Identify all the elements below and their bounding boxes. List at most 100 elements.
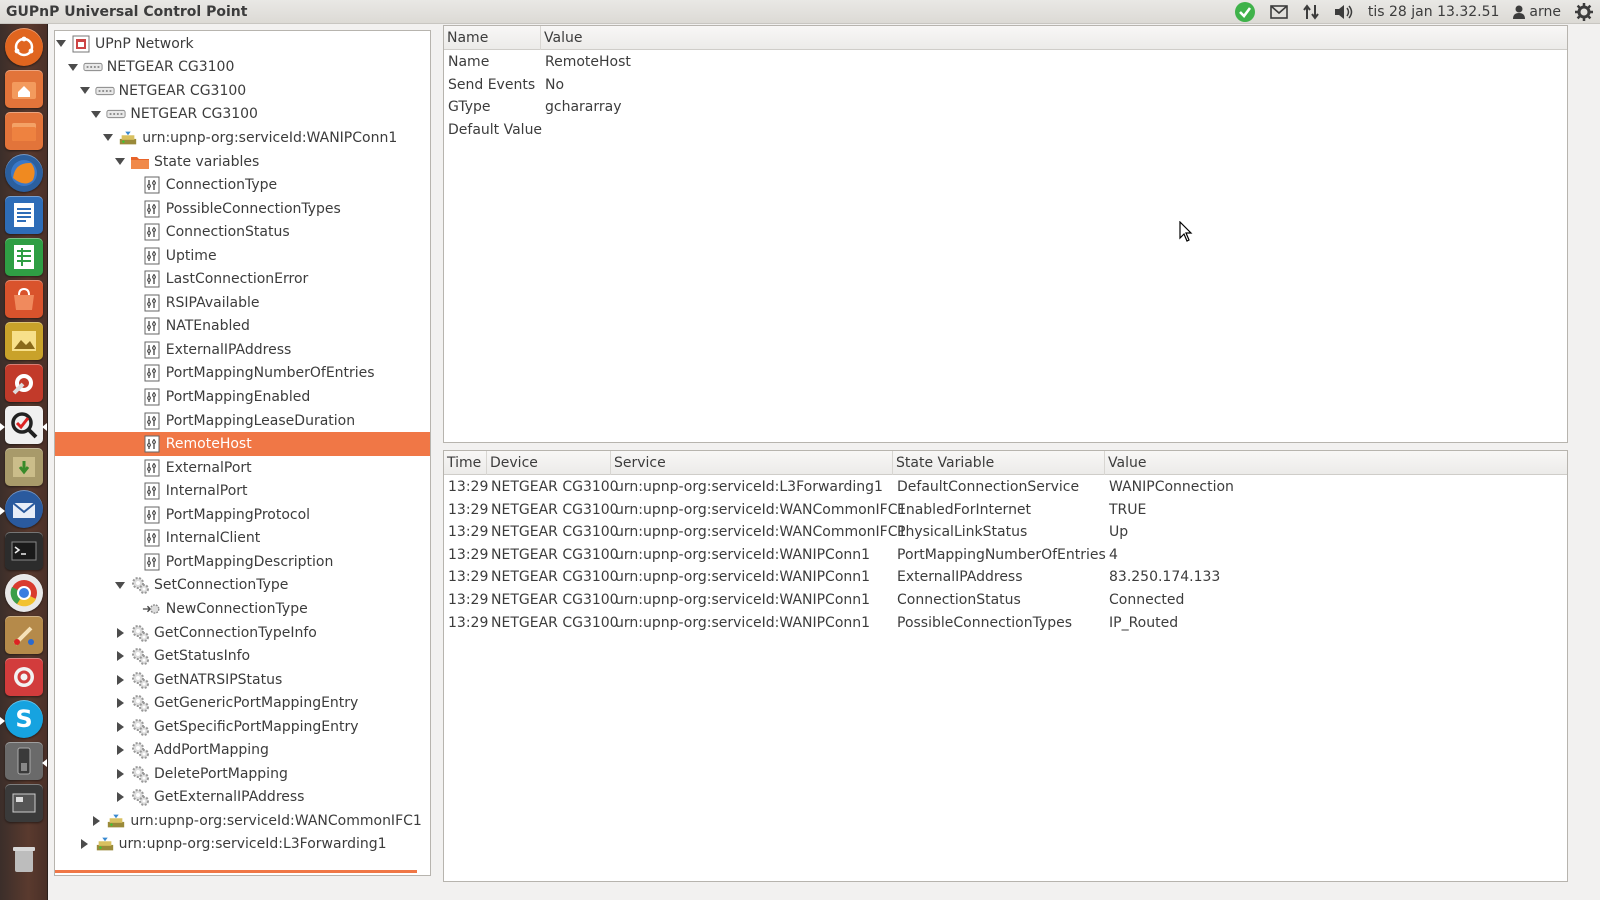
tree-item[interactable]: Uptime [55, 244, 430, 268]
expander-down-icon[interactable] [114, 156, 126, 168]
tree-item[interactable]: PortMappingEnabled [55, 385, 430, 409]
expander-right-icon[interactable] [114, 697, 126, 709]
terminal-icon[interactable] [5, 532, 43, 570]
tree-item[interactable]: ExternalIPAddress [55, 338, 430, 362]
event-row[interactable]: 13:29 NETGEAR CG3100 urn:upnp-org:serviceI… [444, 612, 1567, 635]
tree-item[interactable]: InternalPort [55, 479, 430, 503]
tree-item[interactable]: NATEnabled [55, 315, 430, 339]
image-viewer-icon[interactable] [5, 322, 43, 360]
details-row[interactable]: Send Events No [444, 74, 1567, 97]
workspace-switcher-icon[interactable] [5, 784, 43, 822]
expander-right-icon[interactable] [114, 744, 126, 756]
details-table[interactable]: Name Value Name RemoteHost Send Events No GT… [443, 25, 1568, 443]
tree-item[interactable]: GetNATRSIPStatus [55, 668, 430, 692]
tree-item[interactable]: urn:upnp-org:serviceId:L3Forwarding1 [55, 833, 430, 857]
column-header-value[interactable]: Value [541, 26, 1567, 50]
event-row[interactable]: 13:29 NETGEAR CG3100 urn:upnp-org:serviceI… [444, 566, 1567, 589]
expander-down-icon[interactable] [55, 38, 67, 50]
calc-icon[interactable] [5, 238, 43, 276]
home-folder-icon[interactable] [5, 70, 43, 108]
tree-item[interactable]: PortMappingProtocol [55, 503, 430, 527]
column-header-time[interactable]: Time [444, 451, 487, 475]
expander-down-icon[interactable] [114, 579, 126, 591]
archive-icon[interactable] [5, 448, 43, 486]
tree-item[interactable]: RSIPAvailable [55, 291, 430, 315]
system-settings-icon[interactable] [5, 364, 43, 402]
dash-icon[interactable] [5, 28, 43, 66]
expander-right-icon[interactable] [114, 650, 126, 662]
software-center-icon[interactable] [5, 280, 43, 318]
expander-right-icon[interactable] [114, 721, 126, 733]
expander-right-icon[interactable] [114, 768, 126, 780]
volume-icon[interactable] [1327, 0, 1361, 24]
gear-icon[interactable] [1568, 0, 1600, 24]
expander-right-icon[interactable] [114, 627, 126, 639]
tree-item[interactable]: DeletePortMapping [55, 762, 430, 786]
event-row[interactable]: 13:29 NETGEAR CG3100 urn:upnp-org:serviceI… [444, 544, 1567, 567]
event-row[interactable]: 13:29 NETGEAR CG3100 urn:upnp-org:serviceI… [444, 521, 1567, 544]
chrome-icon[interactable] [5, 574, 43, 612]
tree-item[interactable]: PortMappingLeaseDuration [55, 409, 430, 433]
column-header-device[interactable]: Device [487, 451, 611, 475]
tree-item[interactable]: UPnP Network [55, 32, 430, 56]
gupnp-icon[interactable] [5, 406, 43, 444]
tree-item[interactable]: AddPortMapping [55, 739, 430, 763]
column-header-name[interactable]: Name [444, 26, 541, 50]
tree-item[interactable]: ConnectionStatus [55, 220, 430, 244]
tree-item[interactable]: State variables [55, 150, 430, 174]
expander-right-icon[interactable] [114, 674, 126, 686]
device-tree[interactable]: UPnP Network NETGEAR CG3100 NETGEAR CG3100… [54, 30, 431, 876]
trash-icon[interactable] [5, 840, 43, 878]
tree-item[interactable]: GetExternalIPAddress [55, 786, 430, 810]
tree-item[interactable]: NewConnectionType [55, 597, 430, 621]
expander-down-icon[interactable] [102, 132, 114, 144]
clock[interactable]: tis 28 jan 13.32.51 [1361, 0, 1507, 24]
tree-item[interactable]: GetGenericPortMappingEntry [55, 691, 430, 715]
tree-item[interactable]: ConnectionType [55, 173, 430, 197]
tree-item[interactable]: GetStatusInfo [55, 644, 430, 668]
expander-right-icon[interactable] [79, 838, 91, 850]
event-row[interactable]: 13:29 NETGEAR CG3100 urn:upnp-org:serviceI… [444, 589, 1567, 612]
tree-item-selected[interactable]: RemoteHost [55, 432, 430, 456]
mail-icon[interactable] [1263, 0, 1295, 24]
firefox-icon[interactable] [5, 154, 43, 192]
column-header-value[interactable]: Value [1105, 451, 1567, 475]
update-status-icon[interactable] [1227, 0, 1263, 24]
user-menu[interactable]: arne [1506, 0, 1568, 24]
tree-item[interactable]: PortMappingNumberOfEntries [55, 362, 430, 386]
tree-item[interactable]: PortMappingDescription [55, 550, 430, 574]
details-row[interactable]: Default Value [444, 119, 1567, 142]
tree-item[interactable]: GetSpecificPortMappingEntry [55, 715, 430, 739]
tree-item[interactable]: SetConnectionType [55, 574, 430, 598]
tools-icon[interactable] [5, 616, 43, 654]
tree-item[interactable]: GetConnectionTypeInfo [55, 621, 430, 645]
column-header-state-variable[interactable]: State Variable [893, 451, 1105, 475]
network-tool-icon[interactable] [5, 658, 43, 696]
thunderbird-icon[interactable] [5, 490, 43, 528]
tree-item[interactable]: NETGEAR CG3100 [55, 56, 430, 80]
details-row[interactable]: Name RemoteHost [444, 51, 1567, 74]
tree-item[interactable]: urn:upnp-org:serviceId:WANCommonIFC1 [55, 809, 430, 833]
expander-down-icon[interactable] [79, 85, 91, 97]
files-icon[interactable] [5, 112, 43, 150]
tree-item[interactable]: InternalClient [55, 527, 430, 551]
tree-item[interactable]: urn:upnp-org:serviceId:WANIPConn1 [55, 126, 430, 150]
expander-down-icon[interactable] [90, 108, 102, 120]
tree-item[interactable]: NETGEAR CG3100 [55, 79, 430, 103]
tree-item[interactable]: NETGEAR CG3100 [55, 103, 430, 127]
event-row[interactable]: 13:29 NETGEAR CG3100 urn:upnp-org:serviceI… [444, 476, 1567, 499]
tree-item[interactable]: ExternalPort [55, 456, 430, 480]
event-log-table[interactable]: Time Device Service State Variable Value… [443, 450, 1568, 882]
device-icon[interactable] [5, 742, 43, 780]
expander-right-icon[interactable] [90, 815, 102, 827]
column-header-service[interactable]: Service [611, 451, 893, 475]
event-row[interactable]: 13:29 NETGEAR CG3100 urn:upnp-org:serviceI… [444, 499, 1567, 522]
tree-item[interactable]: LastConnectionError [55, 268, 430, 292]
tree-item[interactable]: PossibleConnectionTypes [55, 197, 430, 221]
skype-icon[interactable]: S [5, 700, 43, 738]
expander-down-icon[interactable] [67, 61, 79, 73]
expander-right-icon[interactable] [114, 791, 126, 803]
network-icon[interactable] [1295, 0, 1327, 24]
writer-icon[interactable] [5, 196, 43, 234]
details-row[interactable]: GType gchararray [444, 96, 1567, 119]
